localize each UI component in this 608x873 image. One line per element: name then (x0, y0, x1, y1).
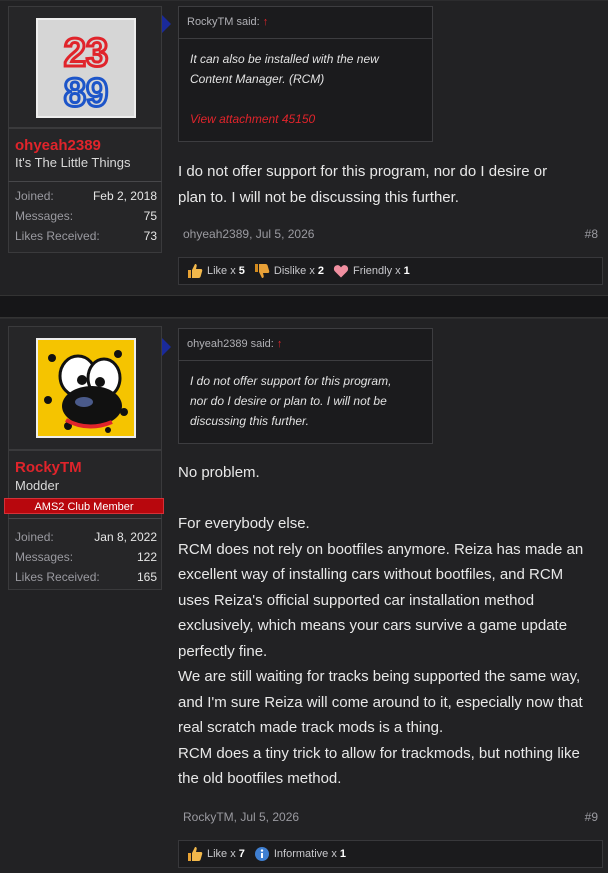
like-icon (187, 263, 203, 279)
message-line: and I'm sure Reiza will come around to i… (178, 693, 583, 711)
quote-content: I do not offer support for this program,… (179, 361, 432, 431)
post-8: 23 89 ohyeah2389 It's The Little Things … (0, 0, 608, 295)
stat-messages: Messages: 122 (15, 550, 157, 564)
username[interactable]: RockyTM (15, 459, 82, 476)
avatar-cartoon-image (38, 340, 134, 436)
quote-header[interactable]: ohyeah2389 said: ↑ (179, 329, 432, 361)
dislike-icon (254, 263, 270, 279)
user-stats: Joined: Jan 8, 2022 Messages: 122 Likes … (8, 518, 162, 590)
quote-header[interactable]: RockyTM said: ↑ (179, 7, 432, 39)
quote-line: I do not offer support for this program, (190, 374, 392, 388)
user-banner: AMS2 Club Member (4, 498, 164, 514)
avatar[interactable] (36, 338, 136, 438)
message-body: I do not offer support for this program,… (178, 159, 603, 210)
post-meta[interactable]: ohyeah2389, Jul 5, 2026 (183, 227, 314, 241)
post-permalink[interactable]: #8 (585, 227, 598, 241)
quote-line: It can also be installed with the new (190, 52, 379, 66)
user-stats: Joined: Feb 2, 2018 Messages: 75 Likes R… (8, 181, 162, 253)
message-line: No problem. (178, 464, 260, 481)
attachment-link[interactable]: View attachment 45150 (190, 109, 422, 129)
post-pointer-arrow (162, 15, 171, 33)
post-separator (0, 295, 608, 318)
message-line: RCM does a tiny trick to allow for track… (178, 744, 580, 762)
user-title: Modder (15, 478, 60, 493)
friendly-heart-icon (333, 263, 349, 279)
username[interactable]: ohyeah2389 (15, 137, 101, 154)
user-title: It's The Little Things (15, 155, 131, 170)
message-line: uses Reiza's official supported car inst… (178, 591, 535, 609)
user-avatar-panel (8, 326, 162, 450)
message-line: RCM does not rely on bootfiles anymore. … (178, 540, 584, 558)
quote-content: It can also be installed with the new Co… (179, 39, 432, 129)
post-9: RockyTM Modder AMS2 Club Member Joined: … (0, 318, 608, 873)
stat-likes-received: Likes Received: 73 (15, 229, 157, 243)
reactions-bar: Like x7 Informative x1 (178, 840, 603, 868)
stat-messages: Messages: 75 (15, 209, 157, 223)
quote-jump-arrow-icon[interactable]: ↑ (277, 338, 283, 350)
message-body: No problem. For everybody else. RCM does… (178, 460, 603, 792)
stat-likes-received: Likes Received: 165 (15, 570, 157, 584)
message-line: I do not offer support for this program,… (178, 163, 548, 180)
quote-block: ohyeah2389 said: ↑ I do not offer support… (178, 328, 433, 444)
quote-author[interactable]: ohyeah2389 said: (187, 338, 274, 350)
quote-block: RockyTM said: ↑ It can also be installed … (178, 6, 433, 142)
message-line: For everybody else. (178, 515, 310, 532)
message-line: plan to. I will not be discussing this f… (178, 188, 459, 206)
quote-author[interactable]: RockyTM said: (187, 16, 260, 28)
message-line: We are still waiting for tracks being su… (178, 668, 581, 685)
avatar[interactable]: 23 89 (36, 18, 136, 118)
post-permalink[interactable]: #9 (585, 810, 598, 824)
user-avatar-panel: 23 89 (8, 6, 162, 128)
quote-line: Content Manager. (RCM) (190, 72, 325, 86)
post-meta[interactable]: RockyTM, Jul 5, 2026 (183, 810, 299, 824)
quote-line: discussing this further. (190, 414, 309, 428)
quote-line: nor do I desire or plan to. I will not b… (190, 394, 387, 408)
avatar-23-89-logo: 23 89 (38, 20, 134, 117)
svg-text:23: 23 (64, 31, 109, 75)
post-pointer-arrow (162, 338, 171, 356)
message-line: the old bootfiles method. (178, 770, 342, 787)
informative-icon (254, 846, 270, 862)
message-line: excellent way of installing cars without… (178, 566, 564, 583)
svg-text:89: 89 (64, 71, 109, 115)
like-icon (187, 846, 203, 862)
message-line: perfectly fine. (178, 642, 268, 660)
reaction-like[interactable]: Like x7 (187, 846, 245, 862)
quote-jump-arrow-icon[interactable]: ↑ (263, 16, 269, 28)
reaction-friendly[interactable]: Friendly x1 (333, 263, 410, 279)
stat-joined: Joined: Feb 2, 2018 (15, 189, 157, 203)
reaction-like[interactable]: Like x5 (187, 263, 245, 279)
message-line: exclusively, which means your cars survi… (178, 617, 568, 634)
stat-joined: Joined: Jan 8, 2022 (15, 530, 157, 544)
reaction-informative[interactable]: Informative x1 (254, 846, 346, 862)
message-line: real scratch made track mods is a thing. (178, 719, 444, 736)
reaction-dislike[interactable]: Dislike x2 (254, 263, 324, 279)
reactions-bar: Like x5 Dislike x2 Friendly x1 (178, 257, 603, 285)
